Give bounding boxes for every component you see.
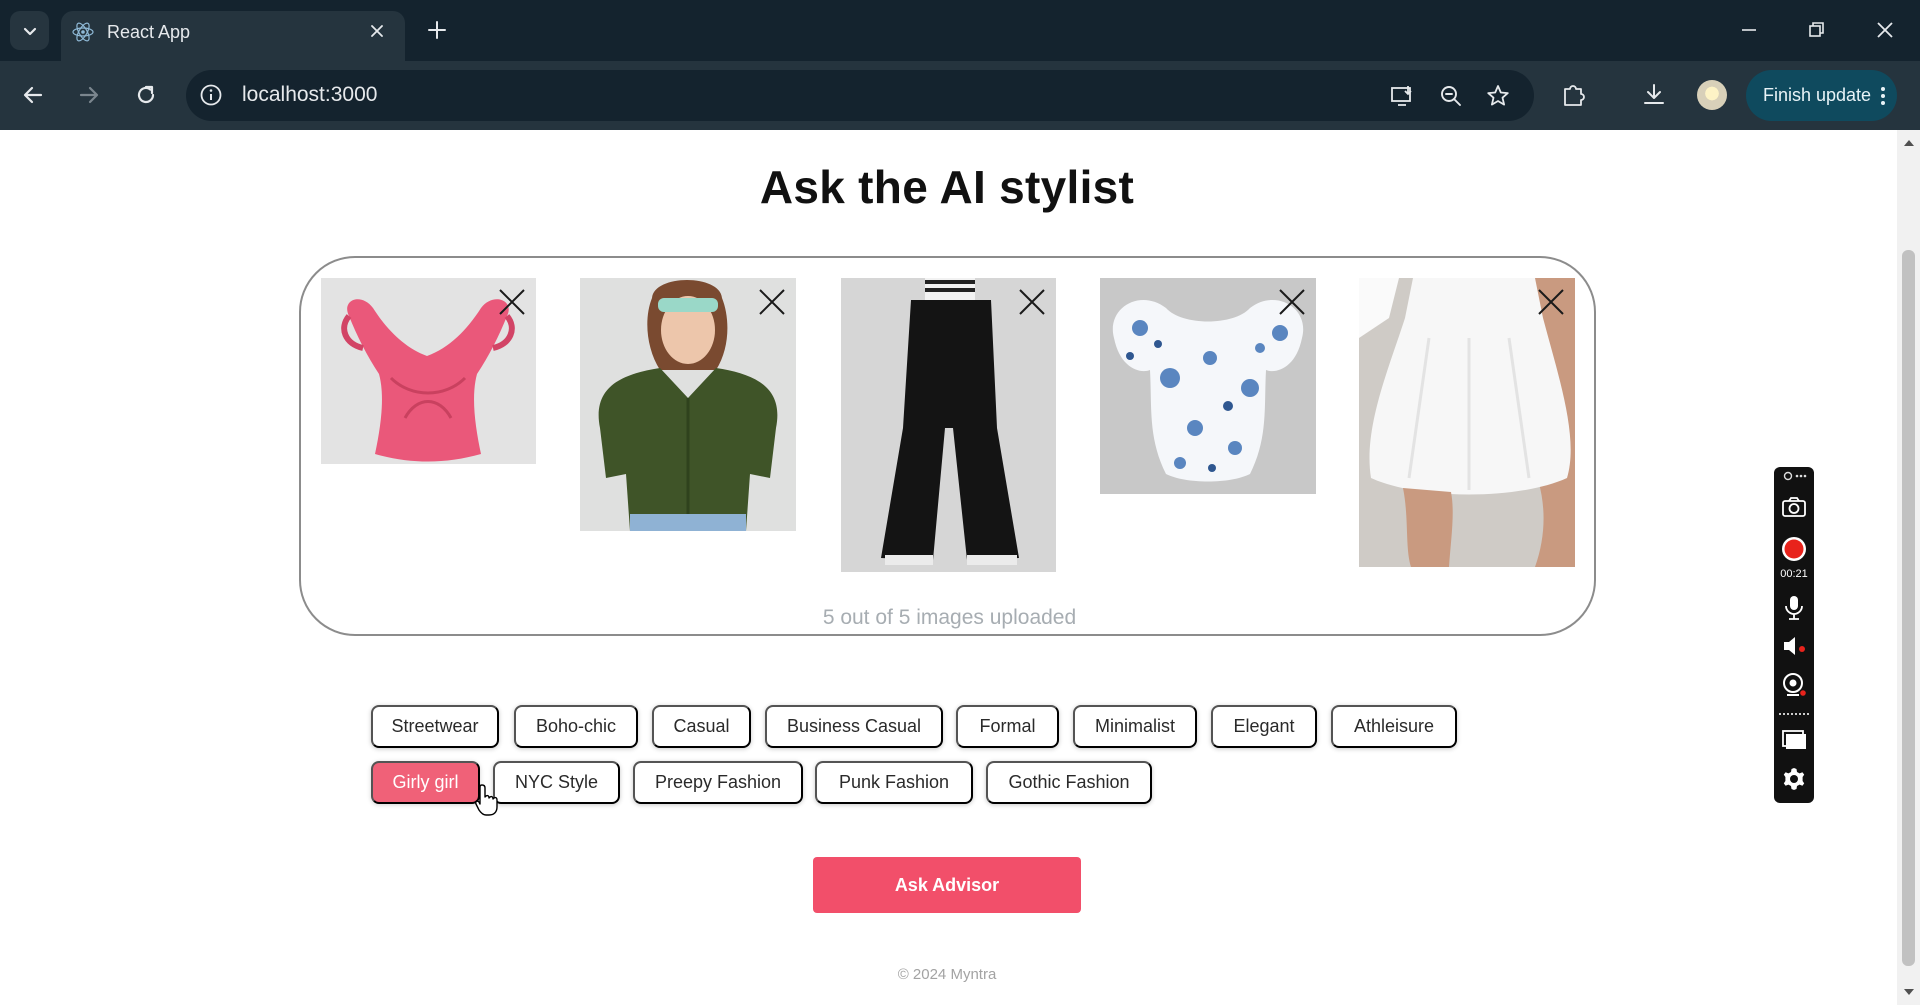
style-chip-girly-girl[interactable]: Girly girl [371,761,480,804]
uploaded-image-green-shirt [580,278,796,531]
page-title: Ask the AI stylist [759,161,1135,213]
uploaded-image-floral-top [1100,278,1316,494]
system-audio-muted-icon[interactable] [1780,632,1808,660]
settings-gear-icon[interactable] [1780,765,1808,793]
new-tab-plus-icon[interactable] [424,17,450,43]
remove-image-icon[interactable] [1016,286,1048,318]
webcam-icon[interactable] [1780,671,1808,699]
forward-arrow-icon[interactable] [72,78,106,112]
remove-image-icon[interactable] [756,286,788,318]
react-logo-icon [72,22,94,42]
recorder-menu-icon[interactable] [1780,469,1808,483]
style-chip-gothic-fashion[interactable]: Gothic Fashion [986,761,1152,804]
scrollbar-thumb[interactable] [1902,250,1915,966]
style-chip-preepy-fashion[interactable]: Preepy Fashion [633,761,803,804]
microphone-icon[interactable] [1780,593,1808,621]
url-text[interactable]: localhost:3000 [242,83,377,107]
style-chip-streetwear[interactable]: Streetwear [371,705,499,748]
scroll-up-arrow-icon[interactable] [1903,138,1915,148]
style-chip-casual[interactable]: Casual [652,705,751,748]
scroll-down-arrow-icon[interactable] [1903,987,1915,997]
style-chip-punk-fashion[interactable]: Punk Fashion [815,761,973,804]
tab-search-button[interactable] [10,11,49,50]
chevron-down-icon [23,27,36,35]
record-stop-icon[interactable] [1780,535,1808,563]
remove-image-icon[interactable] [1535,286,1567,318]
remove-image-icon[interactable] [1276,286,1308,318]
style-chip-formal[interactable]: Formal [956,705,1059,748]
style-chip-boho-chic[interactable]: Boho-chic [514,705,638,748]
minimize-window-icon[interactable] [1733,14,1765,46]
remove-image-icon[interactable] [496,286,528,318]
more-menu-icon[interactable] [1879,84,1887,108]
address-bar[interactable]: localhost:3000 [186,70,1534,121]
style-chip-minimalist[interactable]: Minimalist [1073,705,1197,748]
downloads-icon[interactable] [1638,79,1670,111]
profile-avatar[interactable] [1697,80,1727,110]
screen-recorder-toolbar: 00:21 [1774,467,1814,803]
recorder-divider [1779,713,1809,715]
uploaded-image-white-skirt [1359,278,1575,567]
finish-update-label: Finish update [1763,85,1872,105]
page-content: Ask the AI stylist 5 out of 5 images upl… [0,130,1897,1005]
back-arrow-icon[interactable] [16,78,50,112]
extensions-icon[interactable] [1558,79,1590,111]
reload-icon[interactable] [129,78,163,112]
zoom-icon[interactable] [1437,82,1465,110]
style-chip-athleisure[interactable]: Athleisure [1331,705,1457,748]
recording-timer: 00:21 [1780,568,1808,580]
screen-region-icon[interactable] [1780,725,1808,753]
browser-tab-strip: React App [0,0,1920,61]
white-skirt-image [1359,278,1575,567]
footer-copyright: © 2024 Myntra [897,966,997,983]
browser-tab[interactable]: React App [61,11,405,61]
camera-snapshot-icon[interactable] [1780,493,1808,521]
upload-status-text: 5 out of 5 images uploaded [822,606,1077,629]
image-upload-area[interactable]: 5 out of 5 images uploaded [299,256,1596,636]
style-chip-business-casual[interactable]: Business Casual [765,705,943,748]
browser-toolbar: localhost:3000 Finish update [0,61,1920,130]
uploaded-image-black-jeans [841,278,1056,572]
hand-pointer-cursor-icon [475,784,498,816]
site-info-icon[interactable] [198,82,224,108]
restore-window-icon[interactable] [1800,14,1832,46]
finish-update-button[interactable]: Finish update [1746,70,1897,121]
close-tab-icon[interactable] [367,21,387,41]
install-app-icon[interactable] [1388,82,1416,110]
bookmark-star-icon[interactable] [1484,82,1512,110]
uploaded-image-pink-ruffle-top [321,278,536,464]
vertical-scrollbar[interactable] [1897,130,1920,1005]
tab-title: React App [107,22,191,42]
black-jeans-image [841,278,1056,572]
close-window-icon[interactable] [1869,14,1901,46]
ask-advisor-button[interactable]: Ask Advisor [813,857,1081,913]
style-chip-nyc-style[interactable]: NYC Style [493,761,620,804]
style-chip-elegant[interactable]: Elegant [1211,705,1317,748]
